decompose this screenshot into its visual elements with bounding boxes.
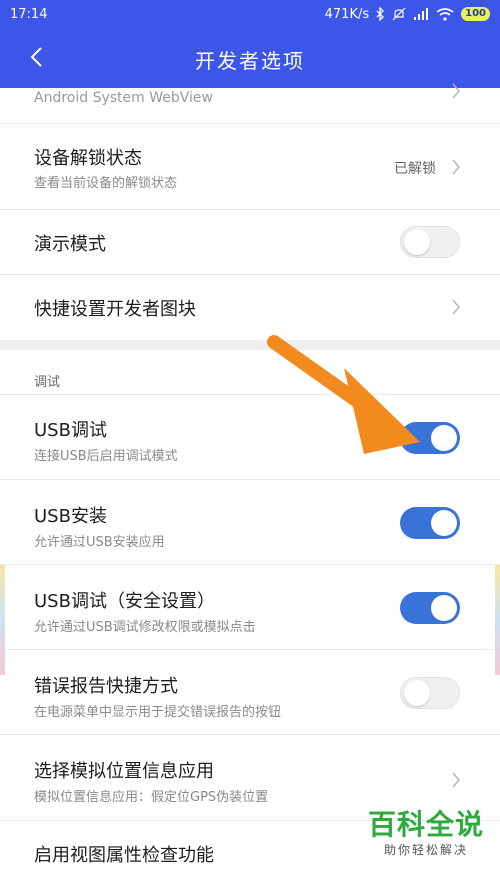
settings-row-quick-tile[interactable]: 快捷设置开发者图块 xyxy=(0,275,500,340)
settings-list: Android System WebView 设备解锁状态 查看当前设备的解锁状… xyxy=(0,83,500,881)
unlock-status-title: 设备解锁状态 xyxy=(34,148,142,169)
usb-install-title: USB安装 xyxy=(34,506,107,527)
bug-report-subtitle: 在电源菜单中显示用于提交错误报告的按钮 xyxy=(34,705,282,720)
usb-install-toggle[interactable] xyxy=(400,507,460,539)
settings-row-usb-install[interactable]: USB安装 允许通过USB安装应用 xyxy=(0,480,500,565)
chevron-right-icon xyxy=(452,299,460,315)
unlock-status-subtitle: 查看当前设备的解锁状态 xyxy=(34,176,178,191)
settings-row-unlock-status[interactable]: 设备解锁状态 查看当前设备的解锁状态 已解锁 xyxy=(0,124,500,210)
mute-icon xyxy=(392,7,406,21)
section-divider xyxy=(0,340,500,350)
title-bar: 开发者选项 xyxy=(0,28,500,88)
demo-mode-toggle[interactable] xyxy=(400,226,460,258)
settings-row-bug-report[interactable]: 错误报告快捷方式 在电源菜单中显示用于提交错误报告的按钮 xyxy=(0,650,500,735)
status-time: 17:14 xyxy=(10,6,48,22)
toggle-knob xyxy=(431,510,457,536)
chevron-right-icon xyxy=(452,772,460,788)
webview-label: Android System WebView xyxy=(34,90,213,106)
left-edge-tint xyxy=(0,565,5,675)
status-bar: 17:14 471K/s 100 xyxy=(0,0,500,28)
section-header-debug: 调试 xyxy=(0,350,500,395)
signal-icon xyxy=(414,7,429,20)
settings-row-usb-debugging[interactable]: USB调试 连接USB后启用调试模式 xyxy=(0,395,500,480)
right-edge-tint xyxy=(495,565,500,675)
page-title: 开发者选项 xyxy=(195,49,305,73)
status-icons: 471K/s 100 xyxy=(325,7,490,22)
demo-mode-title: 演示模式 xyxy=(34,234,106,255)
usb-debug-secure-title: USB调试（安全设置） xyxy=(34,591,215,612)
toggle-knob xyxy=(431,595,457,621)
battery-icon: 100 xyxy=(461,7,490,21)
net-speed: 471K/s xyxy=(324,6,370,22)
settings-row-webview[interactable]: Android System WebView xyxy=(0,83,500,124)
usb-debugging-subtitle: 连接USB后启用调试模式 xyxy=(34,449,178,464)
toggle-knob xyxy=(404,680,430,706)
wifi-icon xyxy=(436,7,454,21)
usb-debugging-toggle[interactable] xyxy=(400,422,460,454)
section-label: 调试 xyxy=(34,375,61,390)
bug-report-title: 错误报告快捷方式 xyxy=(34,676,178,697)
quick-tile-title: 快捷设置开发者图块 xyxy=(34,299,196,320)
unlock-status-value: 已解锁 xyxy=(394,161,436,177)
usb-debugging-title: USB调试 xyxy=(34,420,107,441)
toggle-knob xyxy=(431,425,457,451)
toggle-knob xyxy=(404,229,430,255)
bluetooth-icon xyxy=(376,7,385,21)
settings-row-demo-mode[interactable]: 演示模式 xyxy=(0,210,500,275)
view-attribute-title: 启用视图属性检查功能 xyxy=(34,845,214,866)
bug-report-toggle[interactable] xyxy=(400,677,460,709)
chevron-right-icon xyxy=(452,83,460,99)
mock-location-subtitle: 模拟位置信息应用：假定位GPS伪装位置 xyxy=(34,790,269,805)
usb-debug-secure-toggle[interactable] xyxy=(400,592,460,624)
mock-location-title: 选择模拟位置信息应用 xyxy=(34,761,214,782)
watermark-subtitle: 助你轻松解决 xyxy=(383,843,468,857)
settings-row-usb-debug-secure[interactable]: USB调试（安全设置） 允许通过USB调试修改权限或模拟点击 xyxy=(0,565,500,650)
watermark-title: 百科全说 xyxy=(367,808,484,841)
usb-install-subtitle: 允许通过USB安装应用 xyxy=(34,535,165,550)
watermark: 百科全说 助你轻松解决 xyxy=(368,809,484,858)
chevron-right-icon xyxy=(452,159,460,175)
usb-debug-secure-subtitle: 允许通过USB调试修改权限或模拟点击 xyxy=(34,620,256,635)
